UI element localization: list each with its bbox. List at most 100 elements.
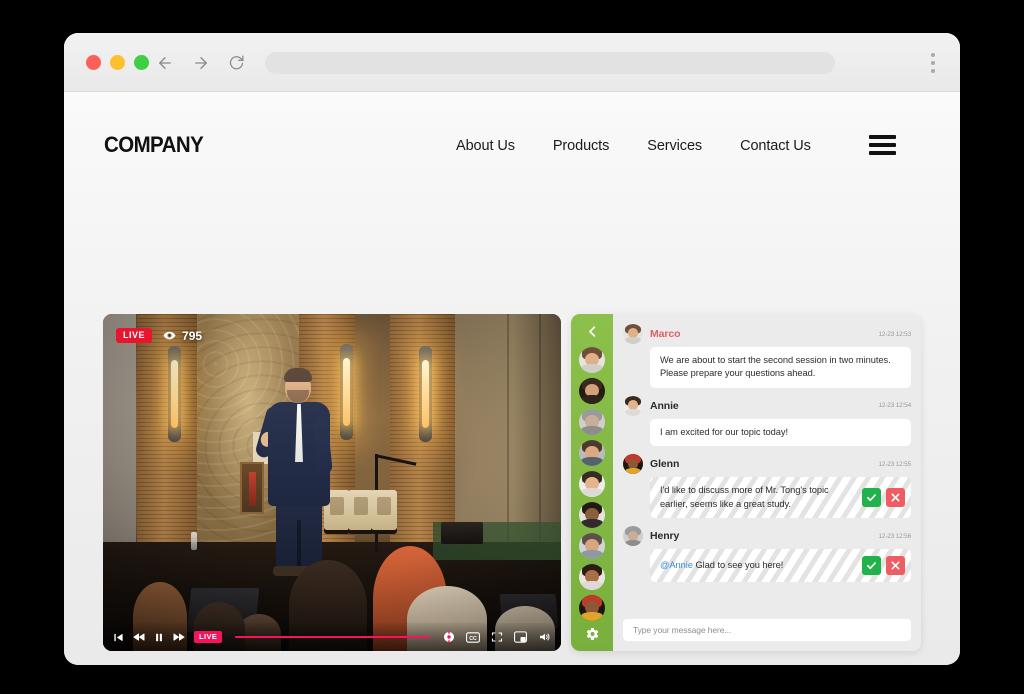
fast-forward-icon[interactable]: [173, 631, 185, 643]
chat-participants-sidebar: [571, 314, 613, 651]
address-bar[interactable]: [265, 52, 835, 74]
moderation-actions: [862, 556, 905, 576]
main-navigation: About Us Products Services Contact Us: [456, 138, 811, 154]
video-progress-fill: [235, 635, 430, 639]
video-right-controls: CC: [443, 631, 551, 643]
chat-message-author: Henry: [650, 530, 680, 543]
chat-message: Henry 12-23 12:56 @Annie Glad to see you…: [623, 526, 912, 583]
eye-icon: [163, 329, 176, 342]
kebab-dot: [931, 69, 935, 73]
gear-icon[interactable]: [584, 626, 600, 642]
site-header: COMPANY About Us Products Services Conta…: [64, 92, 960, 200]
chat-message-text: I'd like to discuss more of Mr. Tong's t…: [660, 485, 829, 509]
rewind-icon[interactable]: [133, 631, 145, 643]
chat-input-container: [623, 619, 911, 641]
brand-logo[interactable]: COMPANY: [104, 132, 204, 158]
chat-message-bubble-pending: I'd like to discuss more of Mr. Tong's t…: [650, 477, 911, 519]
chat-message-author: Marco: [650, 328, 681, 340]
participant-avatar-list: [579, 347, 605, 621]
chat-message-author: Annie: [650, 399, 679, 412]
hamburger-bar: [869, 135, 896, 139]
moderation-actions: [862, 488, 905, 508]
chat-message-input[interactable]: [623, 619, 911, 641]
chat-message: Annie 12-23 12:54 I am excited for our t…: [623, 395, 912, 447]
viewer-count: 795: [163, 329, 202, 343]
hamburger-bar: [869, 143, 896, 147]
chat-message-header: Henry 12-23 12:56: [623, 526, 912, 547]
hamburger-menu-icon[interactable]: [869, 135, 896, 155]
participant-avatar[interactable]: [579, 471, 605, 497]
participant-avatar[interactable]: [579, 347, 605, 373]
nav-link-products[interactable]: Products: [553, 138, 610, 154]
participant-avatar[interactable]: [579, 502, 605, 528]
chat-message-header: Glenn 12-23 12:55: [623, 454, 912, 475]
browser-toolbar: [64, 33, 960, 92]
chat-message-header: Marco 12-23 12:53: [623, 324, 911, 344]
chevron-left-icon[interactable]: [585, 324, 600, 339]
video-progress-bar[interactable]: [235, 635, 430, 639]
picture-in-picture-icon[interactable]: [514, 631, 527, 643]
reject-message-button[interactable]: [886, 556, 905, 576]
nav-link-services[interactable]: Services: [647, 138, 702, 154]
chat-message-timestamp: 12-23 12:56: [878, 532, 912, 540]
back-button[interactable]: [153, 51, 176, 74]
chat-message: Marco 12-23 12:53 We are about to start …: [623, 324, 911, 388]
chat-message-author: Glenn: [650, 458, 680, 471]
participant-avatar[interactable]: [579, 440, 605, 466]
reject-message-button[interactable]: [886, 488, 905, 508]
video-controls-bar: LIVE CC: [103, 623, 561, 651]
nav-link-about-us[interactable]: About Us: [456, 138, 515, 154]
participant-avatar[interactable]: [579, 409, 605, 435]
window-traffic-lights: [86, 55, 149, 70]
speaker-figure: [254, 366, 347, 578]
chat-message-timestamp: 12-23 12:53: [878, 330, 912, 338]
minimize-window-button[interactable]: [110, 55, 125, 70]
closed-captions-icon[interactable]: CC: [466, 631, 480, 643]
browser-navigation-buttons: [153, 51, 248, 74]
main-content: LIVE 795 LIVE CC Marco 12-23 12:53 We ar…: [103, 314, 921, 651]
chat-message-body: Glad to see you here!: [695, 560, 784, 571]
kebab-dot: [931, 61, 935, 65]
reload-button[interactable]: [225, 51, 248, 74]
skip-back-icon[interactable]: [113, 632, 124, 643]
webpage-viewport: COMPANY About Us Products Services Conta…: [64, 92, 960, 665]
video-settings-icon[interactable]: [443, 631, 455, 643]
chat-message: Glenn 12-23 12:55 I'd like to discuss mo…: [623, 454, 912, 519]
nav-link-contact-us[interactable]: Contact Us: [740, 138, 811, 154]
svg-text:CC: CC: [469, 635, 477, 641]
avatar[interactable]: [623, 395, 643, 416]
live-badge: LIVE: [116, 328, 153, 343]
chat-message-bubble-pending: @Annie Glad to see you here!: [650, 549, 911, 583]
close-window-button[interactable]: [86, 55, 101, 70]
chat-message-text: @Annie Glad to see you here!: [660, 559, 854, 572]
participant-avatar[interactable]: [579, 378, 605, 404]
live-video-player[interactable]: LIVE 795 LIVE CC: [103, 314, 561, 651]
fullscreen-icon[interactable]: [491, 631, 503, 643]
approve-message-button[interactable]: [862, 488, 881, 508]
video-stream-frame: [103, 314, 561, 651]
volume-icon[interactable]: [538, 631, 551, 643]
avatar[interactable]: [623, 454, 643, 475]
maximize-window-button[interactable]: [134, 55, 149, 70]
chat-message-bubble: I am excited for our topic today!: [650, 418, 911, 447]
kebab-dot: [931, 53, 935, 57]
live-status-overlay: LIVE 795: [116, 328, 202, 343]
avatar[interactable]: [623, 324, 643, 344]
chat-message-timestamp: 12-23 12:54: [878, 402, 912, 410]
browser-window: COMPANY About Us Products Services Conta…: [64, 33, 960, 665]
chat-message-timestamp: 12-23 12:55: [878, 460, 912, 468]
user-mention[interactable]: @Annie: [660, 560, 693, 570]
browser-menu-icon[interactable]: [931, 53, 935, 73]
live-chat-panel: Marco 12-23 12:53 We are about to start …: [571, 314, 921, 651]
pause-icon[interactable]: [154, 632, 164, 643]
participant-avatar[interactable]: [579, 595, 605, 621]
live-seek-chip[interactable]: LIVE: [194, 630, 223, 644]
forward-button[interactable]: [189, 51, 212, 74]
hamburger-bar: [869, 151, 896, 155]
chat-message-list[interactable]: Marco 12-23 12:53 We are about to start …: [613, 314, 921, 651]
chat-message-bubble: We are about to start the second session…: [650, 347, 911, 388]
participant-avatar[interactable]: [579, 564, 605, 590]
avatar[interactable]: [623, 526, 643, 547]
participant-avatar[interactable]: [579, 533, 605, 559]
approve-message-button[interactable]: [862, 556, 881, 576]
